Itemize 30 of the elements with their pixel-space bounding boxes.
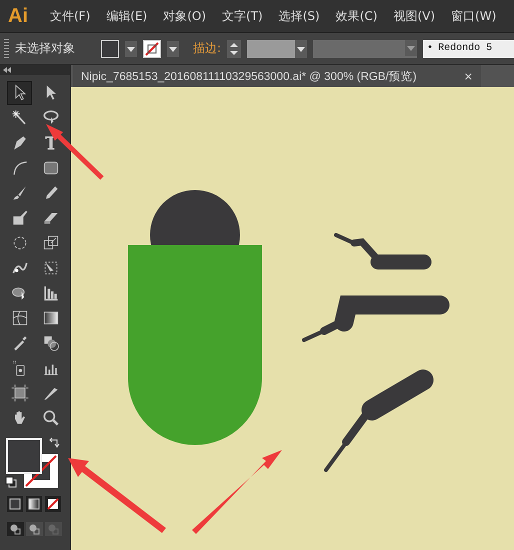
default-colors-icon[interactable] xyxy=(5,476,17,488)
color-mode-icon[interactable] xyxy=(7,496,23,512)
menu-item[interactable]: 编辑(E) xyxy=(98,8,156,24)
bullet: • xyxy=(427,43,434,54)
draw-normal-icon[interactable] xyxy=(7,522,24,536)
app-logo: Ai xyxy=(7,4,29,28)
fill-swatch[interactable] xyxy=(101,40,119,58)
stroke-label[interactable]: 描边: xyxy=(193,40,222,57)
gradient-mode-icon[interactable] xyxy=(26,496,42,512)
swap-arrows-icon[interactable] xyxy=(48,436,60,450)
brush-definition-field[interactable]: • Redondo 5 xyxy=(423,40,514,58)
close-button[interactable]: × xyxy=(464,70,473,82)
spinner-arrows-icon[interactable] xyxy=(227,40,242,58)
zoom-icon[interactable] xyxy=(40,408,60,428)
menu-item[interactable]: 视图(V) xyxy=(385,8,444,24)
draw-behind-icon[interactable] xyxy=(26,522,43,536)
menu-item[interactable]: 文字(T) xyxy=(214,8,271,24)
artboard-icon[interactable] xyxy=(10,383,30,403)
font-name: Redondo 5 xyxy=(438,43,492,54)
menu-item[interactable]: 效果(C) xyxy=(328,8,386,24)
stroke-weight-field[interactable] xyxy=(247,40,308,58)
menu-item[interactable]: 文件(F) xyxy=(42,8,98,24)
menu-item[interactable]: 对象(O) xyxy=(155,8,214,24)
selection-status: 未选择对象 xyxy=(15,40,76,57)
document-tab-title[interactable]: Nipic_7685153_20160811110329563000.ai* @ 300% (RGB/预览) xyxy=(81,68,417,84)
menu-item[interactable]: 窗口(W) xyxy=(443,8,504,24)
menu-item[interactable]: 选择(S) xyxy=(270,8,328,24)
arrow xyxy=(46,124,104,180)
none-mode-icon[interactable] xyxy=(45,496,61,512)
stroke-none-swatch[interactable] xyxy=(143,40,161,58)
